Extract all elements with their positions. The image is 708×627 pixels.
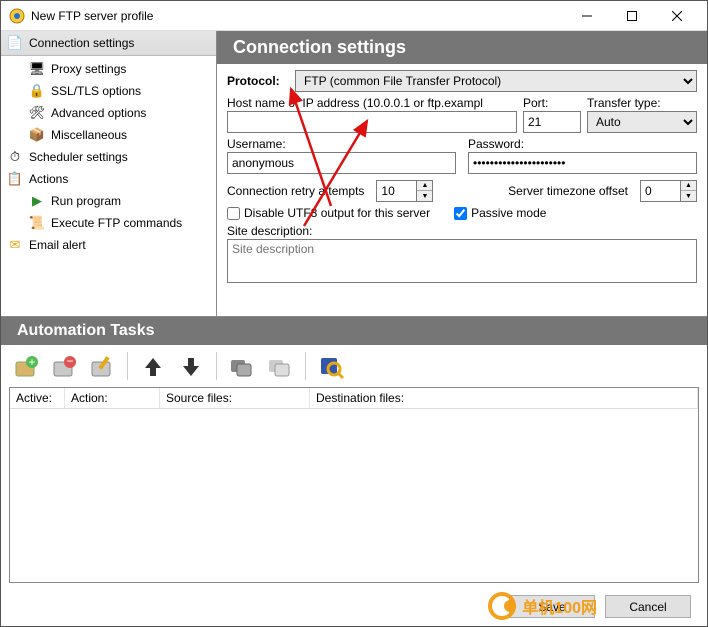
- sidebar-item-run-program[interactable]: ▶ Run program: [1, 190, 216, 212]
- col-source[interactable]: Source files:: [160, 388, 310, 408]
- transfer-select[interactable]: Auto: [587, 111, 697, 133]
- cancel-button[interactable]: Cancel: [605, 595, 691, 618]
- tasks-header: Automation Tasks: [1, 317, 707, 345]
- sidebar-item-ssl[interactable]: 🔒 SSL/TLS options: [1, 80, 216, 102]
- content-panel: Connection settings Protocol: FTP (commo…: [217, 31, 707, 316]
- page-icon: 📄: [7, 35, 23, 51]
- sidebar-group-label: Email alert: [29, 238, 86, 252]
- box-icon: 📦: [29, 127, 45, 143]
- tasks-table-body[interactable]: [10, 409, 698, 582]
- sidebar: 📄 Connection settings 🖥 Proxy settings 🔒…: [1, 31, 217, 316]
- svg-text:−: −: [66, 354, 73, 368]
- save-button[interactable]: Save: [509, 595, 595, 618]
- edit-task-button[interactable]: [85, 349, 119, 383]
- username-input[interactable]: [227, 152, 456, 174]
- preview-task-button[interactable]: [314, 349, 348, 383]
- copy-task-button[interactable]: [225, 349, 259, 383]
- retry-input[interactable]: [376, 180, 416, 202]
- port-label: Port:: [523, 96, 581, 110]
- minimize-button[interactable]: [564, 1, 609, 30]
- checkbox-label: Passive mode: [471, 206, 546, 220]
- gear-icon: 🛠: [29, 105, 45, 121]
- sidebar-group-label: Scheduler settings: [29, 150, 128, 164]
- spin-down-icon[interactable]: ▼: [681, 191, 696, 201]
- sidebar-item-actions[interactable]: 📋 Actions: [1, 168, 216, 190]
- tz-input[interactable]: [640, 180, 680, 202]
- host-label: Host name or IP address (10.0.0.1 or ftp…: [227, 96, 517, 110]
- bolt-icon: 📋: [7, 171, 23, 187]
- tz-label: Server timezone offset: [508, 184, 628, 198]
- proxy-icon: 🖥: [29, 61, 45, 77]
- sidebar-item-label: Proxy settings: [51, 62, 126, 76]
- sidebar-item-label: Execute FTP commands: [51, 216, 182, 230]
- sidebar-item-email-alert[interactable]: ✉ Email alert: [1, 234, 216, 256]
- retry-label: Connection retry attempts: [227, 184, 364, 198]
- move-down-button[interactable]: [174, 349, 208, 383]
- sidebar-item-proxy[interactable]: 🖥 Proxy settings: [1, 58, 216, 80]
- spin-down-icon[interactable]: ▼: [417, 191, 432, 201]
- close-button[interactable]: [654, 1, 699, 30]
- password-input[interactable]: [468, 152, 697, 174]
- description-label: Site description:: [227, 224, 697, 238]
- sidebar-item-label: Run program: [51, 194, 121, 208]
- toolbar-separator: [305, 352, 306, 380]
- sidebar-item-label: SSL/TLS options: [51, 84, 141, 98]
- footer: 单机100网 Save Cancel: [1, 587, 707, 626]
- toolbar-separator: [127, 352, 128, 380]
- checkbox-input[interactable]: [454, 207, 467, 220]
- mail-icon: ✉: [7, 237, 23, 253]
- disable-utf8-checkbox[interactable]: Disable UTF8 output for this server: [227, 206, 430, 220]
- transfer-label: Transfer type:: [587, 96, 697, 110]
- description-input[interactable]: [227, 239, 697, 283]
- tasks-toolbar: + −: [1, 345, 707, 387]
- window-title: New FTP server profile: [31, 9, 564, 23]
- tz-spinner[interactable]: ▲▼: [640, 180, 697, 202]
- spin-up-icon[interactable]: ▲: [681, 181, 696, 191]
- titlebar: New FTP server profile: [1, 1, 707, 31]
- tasks-table: Active: Action: Source files: Destinatio…: [9, 387, 699, 583]
- tasks-table-header: Active: Action: Source files: Destinatio…: [10, 388, 698, 409]
- protocol-label: Protocol:: [227, 74, 287, 88]
- add-task-button[interactable]: +: [9, 349, 43, 383]
- lock-icon: 🔒: [29, 83, 45, 99]
- passive-mode-checkbox[interactable]: Passive mode: [454, 206, 546, 220]
- spin-up-icon[interactable]: ▲: [417, 181, 432, 191]
- username-label: Username:: [227, 137, 456, 151]
- remove-task-button[interactable]: −: [47, 349, 81, 383]
- script-icon: 📜: [29, 215, 45, 231]
- sidebar-group-label: Connection settings: [29, 36, 134, 50]
- sidebar-item-label: Advanced options: [51, 106, 146, 120]
- paste-task-button[interactable]: [263, 349, 297, 383]
- move-up-button[interactable]: [136, 349, 170, 383]
- play-icon: ▶: [29, 193, 45, 209]
- col-active[interactable]: Active:: [10, 388, 65, 408]
- host-input[interactable]: [227, 111, 517, 133]
- toolbar-separator: [216, 352, 217, 380]
- panel-header: Connection settings: [217, 31, 707, 64]
- protocol-select[interactable]: FTP (common File Transfer Protocol): [295, 70, 697, 92]
- port-input[interactable]: [523, 111, 581, 133]
- sidebar-group-label: Actions: [29, 172, 68, 186]
- app-icon: [9, 8, 25, 24]
- sidebar-item-misc[interactable]: 📦 Miscellaneous: [1, 124, 216, 146]
- retry-spinner[interactable]: ▲▼: [376, 180, 433, 202]
- maximize-button[interactable]: [609, 1, 654, 30]
- sidebar-item-label: Miscellaneous: [51, 128, 127, 142]
- clock-icon: ⏱: [7, 149, 23, 165]
- col-action[interactable]: Action:: [65, 388, 160, 408]
- sidebar-item-advanced[interactable]: 🛠 Advanced options: [1, 102, 216, 124]
- sidebar-item-exec-ftp[interactable]: 📜 Execute FTP commands: [1, 212, 216, 234]
- main-split: 📄 Connection settings 🖥 Proxy settings 🔒…: [1, 31, 707, 317]
- checkbox-label: Disable UTF8 output for this server: [244, 206, 430, 220]
- col-dest[interactable]: Destination files:: [310, 388, 698, 408]
- sidebar-item-connection-settings[interactable]: 📄 Connection settings: [1, 31, 216, 56]
- svg-text:+: +: [28, 355, 35, 369]
- sidebar-item-scheduler[interactable]: ⏱ Scheduler settings: [1, 146, 216, 168]
- checkbox-input[interactable]: [227, 207, 240, 220]
- password-label: Password:: [468, 137, 697, 151]
